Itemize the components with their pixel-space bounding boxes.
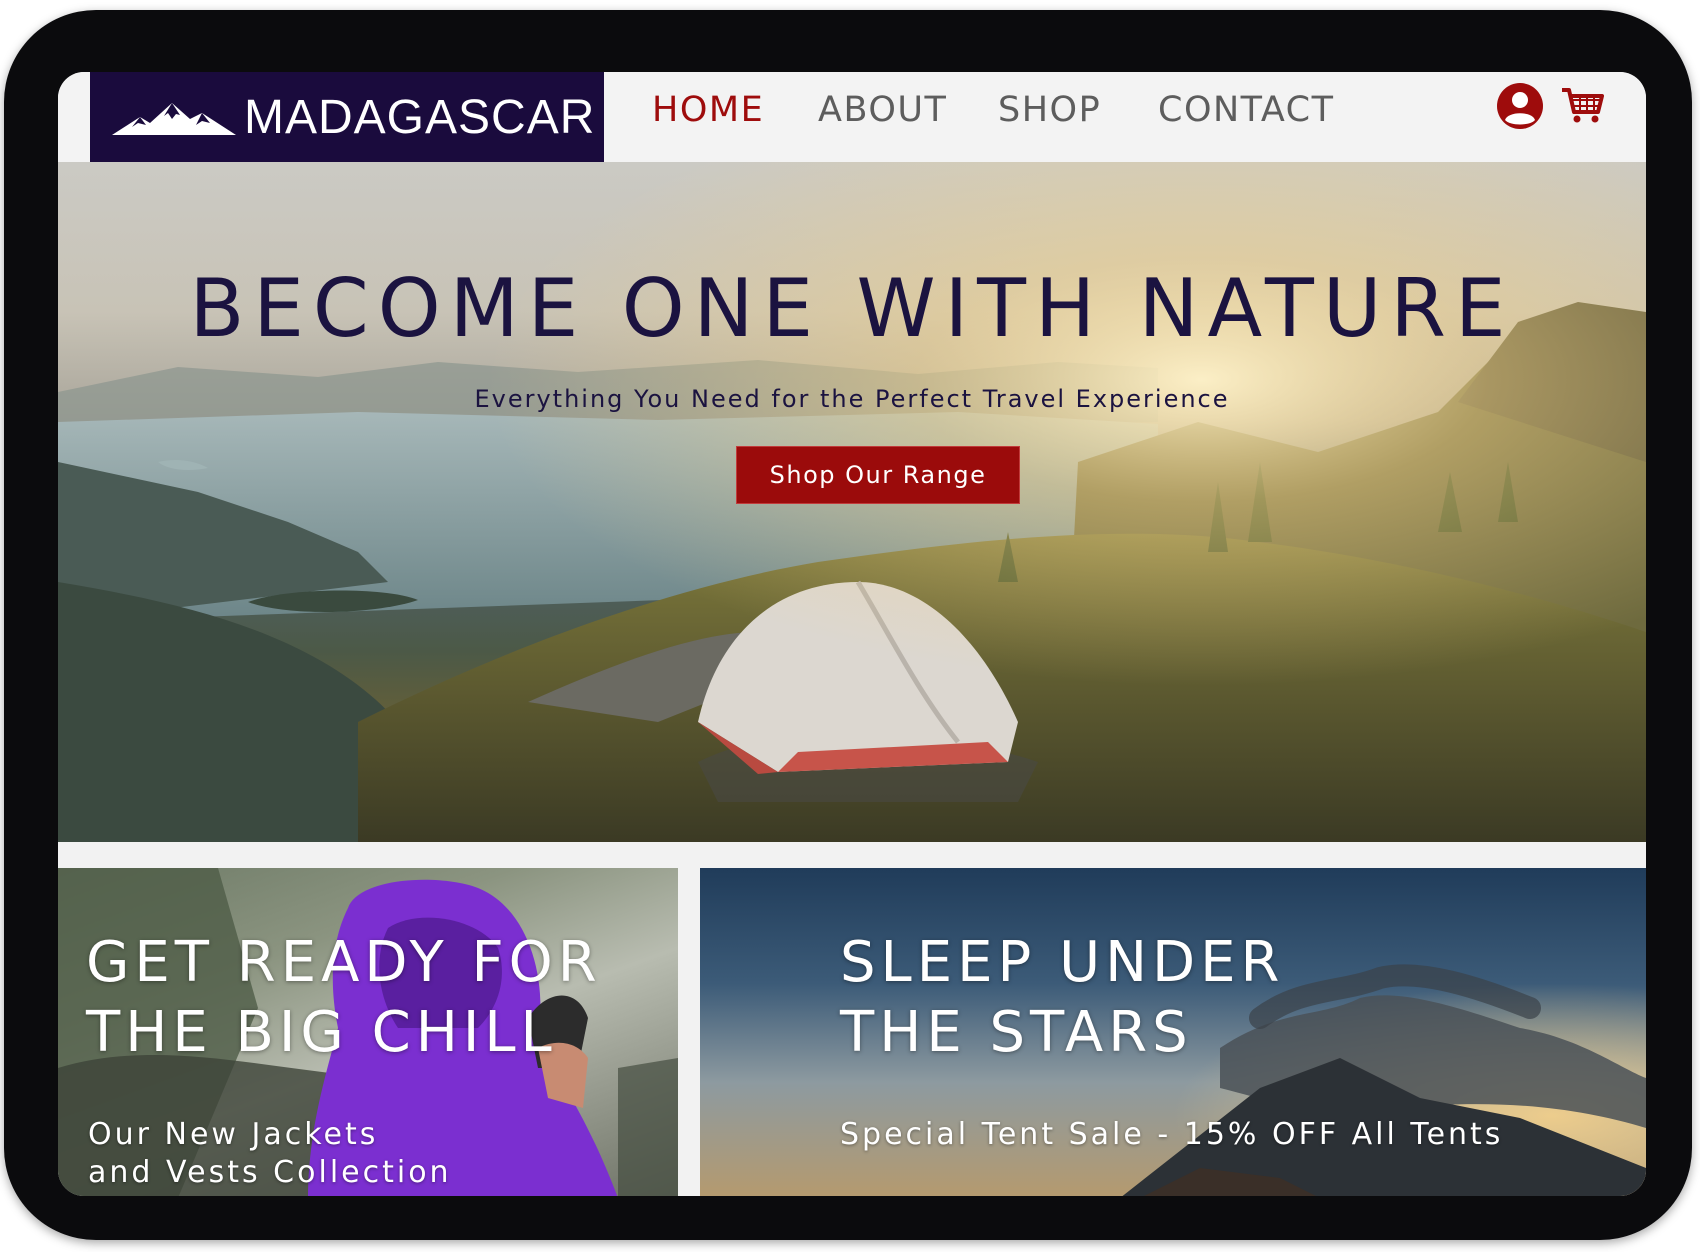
promo-jackets-title-line2: THE BIG CHILL xyxy=(86,1000,557,1065)
promo-tents-text: Special Tent Sale - 15% OFF All Tents xyxy=(840,1117,1504,1152)
shop-our-range-button[interactable]: Shop Our Range xyxy=(736,446,1020,504)
promo-jackets-text: Our New Jackets and Vests Collection xyxy=(88,1116,452,1192)
promo-card-tents[interactable]: SLEEP UNDER THE STARS Special Tent Sale … xyxy=(700,868,1646,1196)
hero-subtitle: Everything You Need for the Perfect Trav… xyxy=(474,385,1230,413)
shopping-cart-icon[interactable] xyxy=(1560,86,1604,124)
mountain-logo-icon xyxy=(112,103,236,135)
brand-name: MADAGASCAR xyxy=(244,90,596,144)
promo-jackets-text-line2: and Vests Collection xyxy=(88,1155,452,1190)
promo-tents-title: SLEEP UNDER THE STARS xyxy=(840,928,1284,1068)
tablet-screen: MADAGASCAR HOME ABOUT SHOP CONTACT BECOM… xyxy=(58,72,1646,1196)
nav-about[interactable]: ABOUT xyxy=(818,90,947,130)
hero-banner: BECOME ONE WITH NATURE Everything You Ne… xyxy=(58,162,1646,842)
nav-shop[interactable]: SHOP xyxy=(998,90,1101,130)
hero-title: BECOME ONE WITH NATURE xyxy=(189,262,1515,355)
promo-card-jackets[interactable]: GET READY FOR THE BIG CHILL Our New Jack… xyxy=(58,868,678,1196)
promo-jackets-title: GET READY FOR THE BIG CHILL xyxy=(86,928,602,1068)
nav-contact[interactable]: CONTACT xyxy=(1158,90,1334,130)
promo-tents-title-line2: THE STARS xyxy=(840,1000,1193,1065)
user-account-icon[interactable] xyxy=(1496,82,1544,130)
promo-jackets-text-line1: Our New Jackets xyxy=(88,1117,379,1152)
nav-home[interactable]: HOME xyxy=(652,90,764,130)
promo-jackets-title-line1: GET READY FOR xyxy=(86,930,602,995)
brand-logo[interactable]: MADAGASCAR xyxy=(90,72,604,162)
site-header: MADAGASCAR HOME ABOUT SHOP CONTACT xyxy=(58,72,1646,162)
tablet-frame: MADAGASCAR HOME ABOUT SHOP CONTACT BECOM… xyxy=(4,10,1692,1240)
promo-tents-title-line1: SLEEP UNDER xyxy=(840,930,1285,995)
